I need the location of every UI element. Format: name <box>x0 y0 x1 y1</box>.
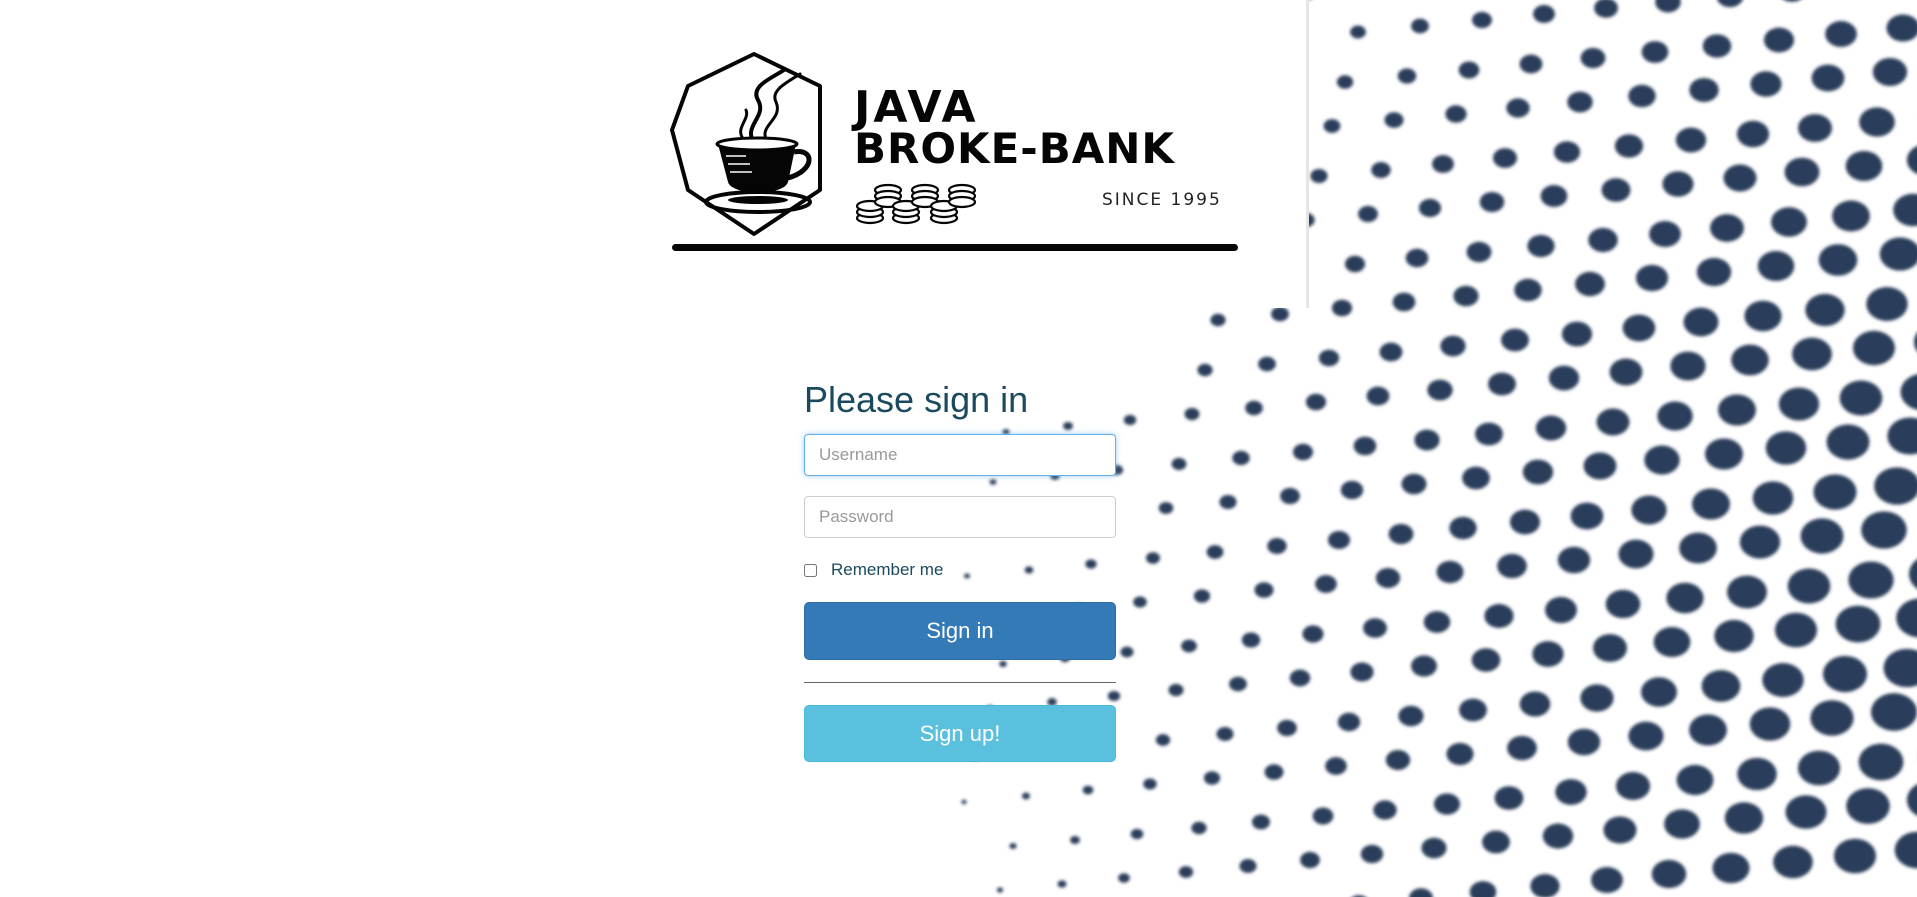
remember-me-row: Remember me <box>804 560 1116 580</box>
header-divider <box>1306 0 1309 308</box>
form-heading: Please sign in <box>804 379 1029 420</box>
form-divider <box>804 682 1116 683</box>
brand-since: SINCE 1995 <box>1102 190 1222 210</box>
brand-logo: JAVA BROKE-BANK SINCE 1995 <box>660 30 1260 260</box>
remember-me-label[interactable]: Remember me <box>831 560 943 580</box>
username-input[interactable] <box>804 434 1116 476</box>
sign-up-button[interactable]: Sign up! <box>804 705 1116 762</box>
login-page: JAVA BROKE-BANK SINCE 1995 Please sign i… <box>0 0 1917 897</box>
coin-stacks-icon <box>855 183 977 225</box>
brand-name-line2: BROKE-BANK <box>854 124 1175 173</box>
remember-me-checkbox[interactable] <box>804 563 817 577</box>
logo-underline <box>672 244 1238 251</box>
password-input[interactable] <box>804 496 1116 538</box>
sign-in-button[interactable]: Sign in <box>804 602 1116 660</box>
sign-in-form: Please sign in Remember me Sign in Sign … <box>804 378 1116 762</box>
